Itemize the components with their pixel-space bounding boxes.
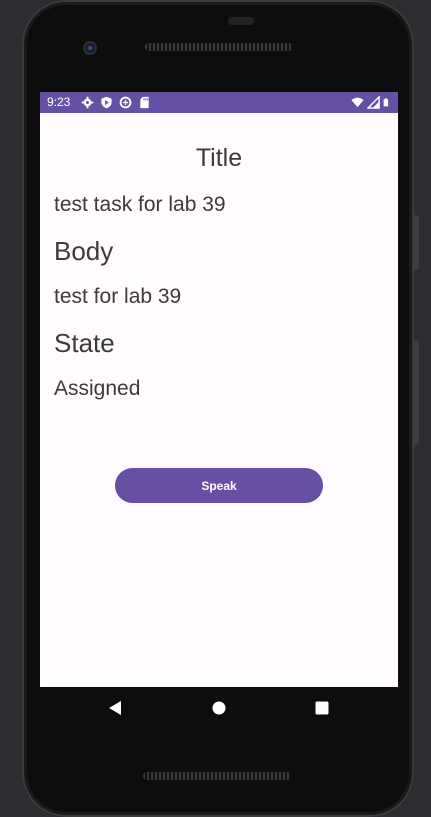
body-heading: Body bbox=[54, 236, 114, 266]
navigation-bar bbox=[40, 687, 398, 729]
wifi-icon bbox=[351, 97, 364, 108]
status-bar: 9:23 bbox=[40, 92, 398, 113]
top-speaker-grille bbox=[145, 43, 293, 51]
state-heading: State bbox=[54, 328, 115, 358]
recents-button[interactable] bbox=[313, 699, 331, 717]
volume-button bbox=[414, 340, 419, 445]
body-value: test for lab 39 bbox=[54, 285, 182, 308]
battery-icon bbox=[383, 98, 389, 107]
play-protect-icon bbox=[101, 96, 112, 109]
home-icon bbox=[212, 701, 226, 715]
power-button bbox=[414, 215, 419, 270]
bottom-speaker-grille bbox=[143, 772, 291, 780]
sd-card-icon bbox=[140, 96, 149, 109]
app-screen: 9:23 Title test task for lab 39 Body tes… bbox=[40, 92, 398, 687]
status-time: 9:23 bbox=[47, 95, 71, 109]
home-button[interactable] bbox=[210, 699, 228, 717]
back-button[interactable] bbox=[106, 699, 124, 717]
recents-icon bbox=[315, 701, 329, 715]
settings-icon bbox=[81, 96, 94, 109]
title-heading: Title bbox=[195, 144, 243, 172]
front-camera bbox=[83, 41, 97, 55]
earpiece bbox=[228, 17, 254, 25]
back-icon bbox=[109, 701, 121, 715]
signal-icon bbox=[367, 96, 380, 109]
data-saver-icon bbox=[119, 96, 132, 109]
system-icons bbox=[351, 96, 392, 109]
title-value: test task for lab 39 bbox=[54, 193, 226, 216]
speak-button[interactable]: Speak bbox=[115, 468, 323, 503]
state-value: Assigned bbox=[54, 377, 141, 400]
notification-icons bbox=[81, 96, 151, 109]
